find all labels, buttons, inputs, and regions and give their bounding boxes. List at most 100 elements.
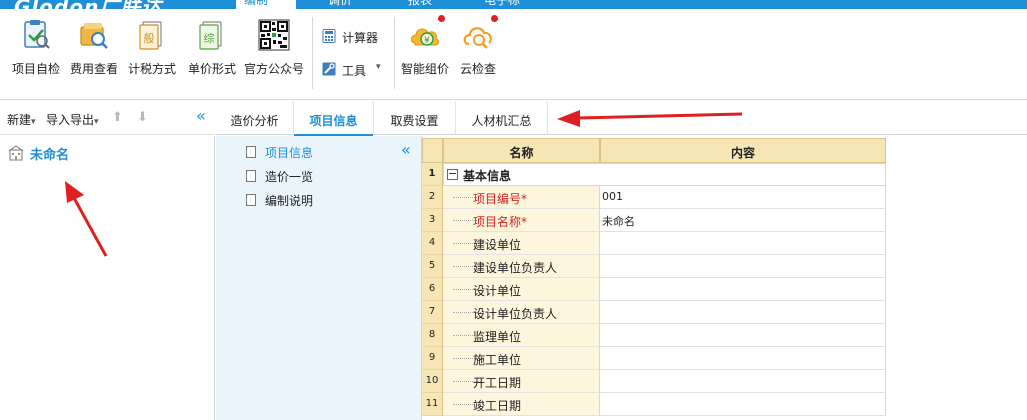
row-number: 10 [422,370,443,393]
svg-text:综: 综 [204,31,215,45]
row-number: 5 [422,255,443,278]
move-up-icon[interactable]: ⬆ [112,110,123,125]
row-number: 4 [422,232,443,255]
row-number: 8 [422,324,443,347]
row-number: 11 [422,393,443,416]
left-panel-toolbar: 新建▾ 导入导出▾ ⬆ ⬇ « [0,101,215,135]
row-number: 9 [422,347,443,370]
field-value: 未命名 [602,215,635,228]
field-name-cell[interactable]: 项目名称* [443,209,600,232]
building-icon [8,145,24,164]
field-name-cell[interactable]: 竣工日期 [443,393,600,416]
app-logo: Glodon广联达 [14,0,162,9]
notification-dot [491,15,498,22]
field-value-cell[interactable] [600,324,886,347]
field-name-cell[interactable]: 建设单位负责人 [443,255,600,278]
table-row[interactable]: 9 施工单位 [422,347,887,370]
field-name-label: 项目编号* [473,192,528,206]
collapse-toggle-icon[interactable]: − [447,168,458,180]
new-button[interactable]: 新建▾ [7,111,36,128]
field-name-cell[interactable]: 监理单位 [443,324,600,347]
field-name-label: 建设单位 [473,238,522,252]
chevron-down-icon: ▾ [94,117,99,127]
smart-pricing-icon: ¥ [409,15,445,51]
group-cell[interactable]: − 基本信息 [443,163,886,186]
tab-project-info[interactable]: 项目信息 [294,101,374,136]
table-row[interactable]: 7 设计单位负责人 [422,301,887,324]
table-row[interactable]: 8 监理单位 [422,324,887,347]
row-number: 7 [422,301,443,324]
menu-tab-e-tender[interactable]: 电子标 [476,0,536,9]
tab-fee-settings[interactable]: 取费设置 [374,101,456,135]
table-row[interactable]: 6 设计单位 [422,278,887,301]
table-row[interactable]: 2 项目编号* 001 [422,186,887,209]
field-name-cell[interactable]: 项目编号* [443,186,600,209]
table-row[interactable]: 10 开工日期 [422,370,887,393]
tools-button[interactable]: 工具 ▾ [322,60,384,80]
field-name-cell[interactable]: 设计单位 [443,278,600,301]
field-name-label: 开工日期 [473,376,522,390]
tax-method-button[interactable]: 般 计税方式 [124,19,180,89]
smart-pricing-button[interactable]: ¥ 智能组价 [398,15,452,89]
field-name-cell[interactable]: 建设单位 [443,232,600,255]
field-value-cell[interactable] [600,232,886,255]
field-name-label: 设计单位 [473,284,522,298]
table-row[interactable]: 11 竣工日期 [422,393,887,416]
content-tabs: 造价分析 项目信息 取费设置 人材机汇总 [216,101,1027,136]
field-value-cell[interactable] [600,370,886,393]
field-value-cell[interactable] [600,301,886,324]
field-name-label: 项目名称* [473,215,528,229]
collapse-nav-pane-icon[interactable]: « [401,140,411,159]
table-row[interactable]: 3 项目名称* 未命名 [422,209,887,232]
field-name-label: 监理单位 [473,330,522,344]
project-check-icon [20,19,52,51]
table-row[interactable]: 4 建设单位 [422,232,887,255]
field-name-label: 设计单位负责人 [473,307,558,321]
cloud-check-icon [462,15,498,51]
project-info-grid: 名称 内容 1 − 基本信息 2 项目编号* 001 3 项目名称* 未命名 4 建设单位 5 建… [422,138,887,420]
tax-method-icon: 般 [136,19,168,51]
project-check-button[interactable]: 项目自检 [8,19,64,89]
field-value: 001 [602,190,623,203]
fee-view-icon [78,19,110,51]
menu-tab-edit[interactable]: 编制 [236,0,296,9]
table-row[interactable]: 5 建设单位负责人 [422,255,887,278]
field-value-cell[interactable] [600,393,886,416]
title-bar: Glodon广联达 编制 调价 报表 电子标 [0,0,1027,9]
grid-corner [422,138,443,163]
field-value-cell[interactable] [600,278,886,301]
unit-price-button[interactable]: 综 单价形式 [184,19,240,89]
document-icon [246,194,256,206]
field-value-cell[interactable]: 001 [600,186,886,209]
group-row[interactable]: 1 − 基本信息 [422,163,887,186]
tab-cost-analysis[interactable]: 造价分析 [216,101,294,135]
column-header-content[interactable]: 内容 [600,138,886,163]
import-export-button[interactable]: 导入导出▾ [46,111,99,128]
field-value-cell[interactable] [600,255,886,278]
field-value-cell[interactable]: 未命名 [600,209,886,232]
field-name-cell[interactable]: 施工单位 [443,347,600,370]
menu-tab-adjust-price[interactable]: 调价 [320,0,380,9]
document-icon [246,146,256,158]
qr-code-icon [258,19,290,51]
collapse-left-panel-icon[interactable]: « [196,106,206,125]
svg-text:般: 般 [144,32,155,45]
calculator-button[interactable]: 计算器 [322,27,382,47]
unit-price-icon: 综 [196,19,228,51]
move-down-icon[interactable]: ⬇ [137,110,148,125]
fee-view-button[interactable]: 费用查看 [66,19,122,89]
info-nav-pane: 项目信息 造价一览 编制说明 « [216,136,422,420]
official-account-button[interactable]: 官方公众号 [242,19,306,89]
row-number: 3 [422,209,443,232]
project-tree: 未命名 [0,136,215,420]
cloud-check-button[interactable]: 云检查 [456,15,500,89]
field-name-cell[interactable]: 设计单位负责人 [443,301,600,324]
column-header-name[interactable]: 名称 [443,138,600,163]
tab-labor-material-summary[interactable]: 人材机汇总 [456,101,548,135]
field-value-cell[interactable] [600,347,886,370]
tools-icon [322,62,336,76]
document-icon [246,170,256,182]
field-name-label: 建设单位负责人 [473,261,558,275]
field-name-cell[interactable]: 开工日期 [443,370,600,393]
menu-tab-report[interactable]: 报表 [400,0,460,9]
